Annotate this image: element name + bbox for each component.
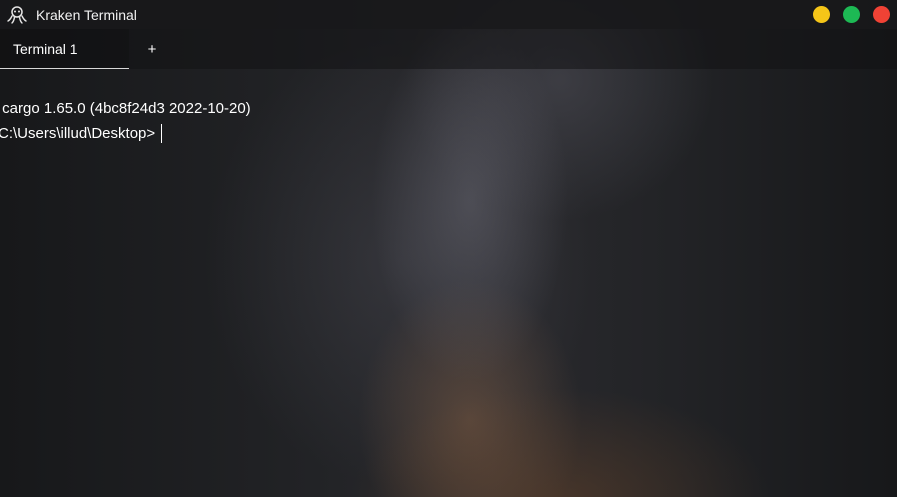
tab-label: Terminal 1 [13,40,78,57]
prompt-text: C:\Users\illud\Desktop> [0,125,156,142]
tab-terminal-1[interactable]: Terminal 1 [0,29,129,69]
output-line: cargo 1.65.0 (4bc8f24d3 2022-10-20) [0,100,251,117]
maximize-button[interactable] [843,6,860,23]
title-bar[interactable]: Kraken Terminal [0,0,897,29]
prompt-line[interactable]: C:\Users\illud\Desktop> [0,121,897,146]
terminal-window: Kraken Terminal Terminal 1 + cargo 1.65.… [0,0,897,497]
close-button[interactable] [873,6,890,23]
window-title: Kraken Terminal [36,6,137,23]
new-tab-button[interactable]: + [140,37,164,61]
kraken-icon [6,4,28,26]
tab-bar: Terminal 1 + [0,29,897,69]
minimize-button[interactable] [813,6,830,23]
terminal-output[interactable]: cargo 1.65.0 (4bc8f24d3 2022-10-20) C:\U… [0,96,897,496]
window-controls [813,6,890,23]
text-cursor [161,124,163,143]
